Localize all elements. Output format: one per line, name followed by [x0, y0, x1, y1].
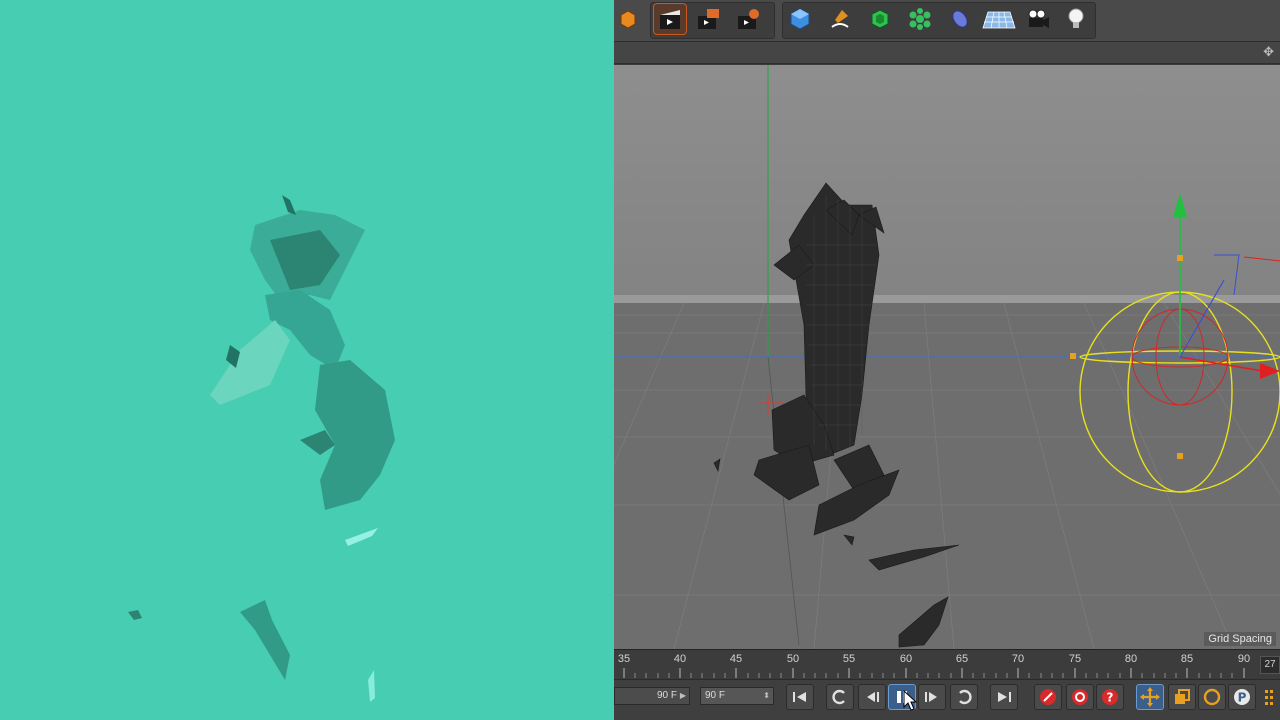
current-frame-field[interactable]: 27	[1260, 656, 1280, 674]
timeline-tick-label: 60	[899, 653, 913, 665]
timeline-tick-label: 70	[1011, 653, 1025, 665]
rotate-tool-icon[interactable]	[1198, 684, 1226, 710]
keyframe-help-icon[interactable]: ?	[1096, 684, 1124, 710]
timeline-ticks: 35 40 45 50 55 60 65 70 75 80 85 90	[614, 650, 1258, 680]
preview-end-field[interactable]: 90 F ▶	[614, 687, 690, 705]
pen-spline-icon[interactable]	[824, 4, 856, 34]
screen: ✥ Grid Spacing 35 40 45 50 55 60 65 70 7…	[0, 0, 1280, 720]
timeline-tick-label: 55	[842, 653, 856, 665]
playback-controls: 90 F ▶ 90 F ⬍ ? P	[614, 679, 1280, 720]
go-to-start-icon[interactable]	[786, 684, 814, 710]
timeline-tick-label: 75	[1068, 653, 1082, 665]
go-to-end-icon[interactable]	[990, 684, 1018, 710]
3d-viewport[interactable]: Grid Spacing	[614, 65, 1280, 649]
cube-primitive-icon[interactable]	[784, 4, 816, 34]
main-toolbar	[614, 0, 1280, 42]
timeline-tick-label: 90	[1237, 653, 1251, 665]
timeline-tick-label: 65	[955, 653, 969, 665]
svg-text:?: ?	[1107, 691, 1114, 705]
scale-tool-icon[interactable]	[1168, 684, 1196, 710]
camera-icon[interactable]	[1022, 4, 1054, 34]
repeat-icon[interactable]	[950, 684, 978, 710]
timeline-tick-label: 35	[617, 653, 631, 665]
record-icon[interactable]	[1034, 684, 1062, 710]
timeline-tick-label: 80	[1124, 653, 1138, 665]
svg-text:P: P	[1238, 691, 1247, 705]
fluid-render-shapes	[128, 195, 395, 702]
render-picture-viewer-icon[interactable]	[692, 4, 724, 34]
parameter-icon[interactable]: P	[1228, 684, 1256, 710]
end-frame-value: 90 F	[705, 690, 726, 701]
timeline-tick-label: 45	[729, 653, 743, 665]
step-back-icon[interactable]	[858, 684, 886, 710]
timeline-tick-label: 50	[786, 653, 800, 665]
timeline-ruler[interactable]: 35 40 45 50 55 60 65 70 75 80 85 90 27	[614, 649, 1280, 679]
floor-grid-icon[interactable]	[980, 4, 1018, 34]
autokey-icon[interactable]	[1066, 684, 1094, 710]
deformer-icon[interactable]	[944, 4, 976, 34]
render-settings-icon[interactable]	[732, 4, 764, 34]
more-options-icon[interactable]	[1258, 684, 1280, 710]
step-forward-icon[interactable]	[918, 684, 946, 710]
viewport-move-icon[interactable]: ✥	[1263, 45, 1274, 60]
cinema4d-window: ✥ Grid Spacing 35 40 45 50 55 60 65 70 7…	[614, 0, 1280, 720]
timeline-tick-label: 40	[673, 653, 687, 665]
subdivision-generator-icon[interactable]	[864, 4, 896, 34]
render-preview	[0, 0, 614, 720]
mouse-cursor-icon	[903, 690, 917, 711]
end-frame-stepper-icon: ⬍	[763, 691, 770, 700]
preview-end-value: 90 F	[656, 690, 677, 701]
render-view-icon[interactable]	[653, 3, 687, 35]
preview-end-arrow-icon: ▶	[679, 691, 686, 700]
cloner-icon[interactable]	[904, 4, 936, 34]
loop-icon[interactable]	[826, 684, 854, 710]
viewport-scene	[614, 65, 1280, 649]
light-bulb-icon[interactable]	[1060, 4, 1092, 34]
timeline-tick-label: 85	[1180, 653, 1194, 665]
end-frame-field[interactable]: 90 F ⬍	[700, 687, 774, 705]
move-tool-icon[interactable]	[1136, 684, 1164, 710]
grid-spacing-label: Grid Spacing	[1204, 632, 1276, 646]
cube-small-icon[interactable]	[612, 4, 644, 34]
viewport-menu-bar: ✥	[614, 42, 1280, 64]
